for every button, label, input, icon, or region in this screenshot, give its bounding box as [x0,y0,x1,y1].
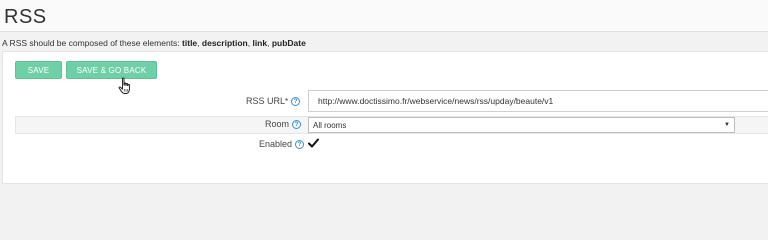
save-button[interactable]: SAVE [15,61,62,79]
enabled-label: Enabled ? [259,139,305,149]
room-selected-value: All rooms [313,120,347,130]
required-mark: * [285,97,289,106]
room-label: Room ? [265,119,302,129]
enabled-label-text: Enabled [259,139,293,149]
element-description: description [201,38,248,48]
help-icon[interactable]: ? [291,96,301,106]
title-bar: RSS [0,0,768,32]
help-icon[interactable]: ? [295,139,305,149]
element-title: title [182,38,198,48]
page-title: RSS [4,6,47,28]
rss-url-label-text: RSS URL [246,96,286,106]
element-pubdate: pubDate [271,38,306,48]
element-link: link [252,38,268,48]
rss-url-input[interactable]: http://www.doctissimo.fr/webservice/news… [308,90,768,112]
rss-url-label: RSS URL* ? [246,96,301,106]
rss-url-value: http://www.doctissimo.fr/webservice/news… [318,96,554,106]
room-select[interactable]: All rooms ▼ [308,117,735,133]
rss-page: RSS A RSS should be composed of these el… [0,0,768,230]
help-icon[interactable]: ? [292,119,302,129]
form-panel: SAVE SAVE & GO BACK RSS URL* ? http://ww… [2,51,768,184]
description-prefix: A RSS should be composed of these elemen… [2,38,180,48]
enabled-checkbox[interactable] [308,138,319,149]
checkmark-icon [308,138,319,148]
page-description: A RSS should be composed of these elemen… [2,38,306,48]
room-label-text: Room [265,119,290,129]
hand-pointer-icon [118,77,130,94]
chevron-down-icon: ▼ [724,122,730,128]
save-and-go-back-button[interactable]: SAVE & GO BACK [66,61,157,79]
